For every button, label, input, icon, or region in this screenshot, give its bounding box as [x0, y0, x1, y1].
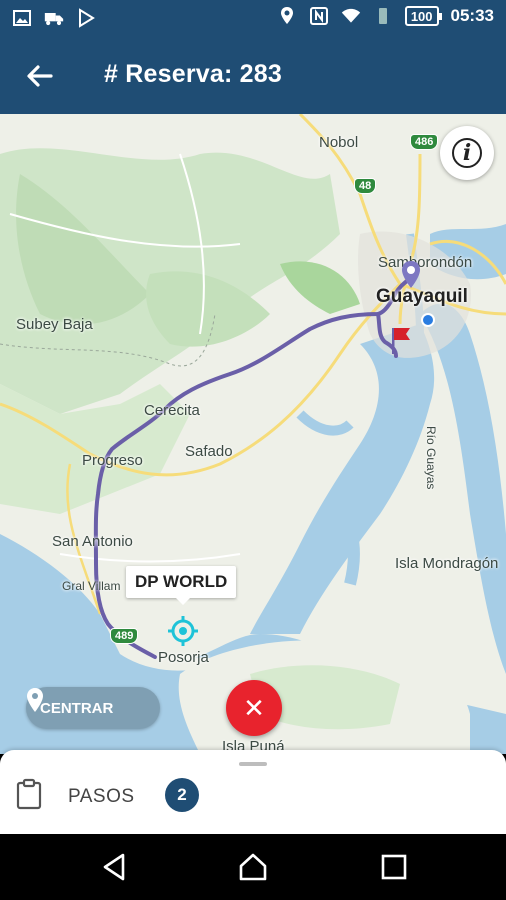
- destination-target-icon[interactable]: [168, 616, 198, 646]
- info-button[interactable]: i: [440, 126, 494, 180]
- battery-indicator: 100: [404, 6, 442, 26]
- nfc-icon: [309, 7, 328, 25]
- place-nobol: Nobol: [319, 134, 359, 151]
- place-progreso: Progreso: [82, 452, 143, 469]
- place-san-antonio: San Antonio: [52, 533, 133, 550]
- place-posorja: Posorja: [158, 649, 209, 666]
- location-icon: [280, 7, 293, 24]
- my-location-icon: [421, 313, 435, 327]
- sheet-drag-handle[interactable]: [239, 762, 267, 766]
- flag-icon[interactable]: [388, 326, 414, 356]
- place-samborondon: Samborondón: [378, 254, 473, 271]
- clock: 05:33: [450, 6, 494, 25]
- app-bar: # Reserva: 283: [0, 36, 506, 114]
- vibrate-icon: [378, 8, 387, 24]
- place-subey-baja: Subey Baja: [16, 316, 93, 333]
- arrow-left-icon[interactable]: [22, 58, 58, 94]
- map-view[interactable]: Nobol Samborondón Guayaquil Subey Baja C…: [0, 114, 506, 754]
- page-title: # Reserva: 283: [104, 60, 282, 88]
- system-nav-bar: [0, 834, 506, 900]
- wifi-icon: [341, 8, 360, 23]
- place-isla-mondragon: Isla Mondragón: [395, 555, 499, 572]
- close-icon: ✕: [243, 692, 265, 723]
- play-store-icon: [79, 8, 95, 28]
- cancel-route-button[interactable]: ✕: [226, 680, 282, 736]
- place-gral-villamil: Gral Villam: [62, 579, 121, 593]
- route-shield-489: 489: [110, 628, 139, 644]
- back-triangle-icon[interactable]: [99, 851, 131, 883]
- truck-icon: [44, 13, 64, 26]
- centrar-button[interactable]: CENTRAR: [26, 687, 160, 729]
- steps-sheet[interactable]: PASOS 2: [0, 750, 506, 834]
- home-icon[interactable]: [237, 851, 269, 883]
- info-icon: i: [452, 138, 482, 168]
- status-bar: 100 05:33: [0, 0, 506, 36]
- recents-square-icon[interactable]: [378, 851, 410, 883]
- origin-pin-icon[interactable]: [400, 260, 422, 290]
- place-cerecita: Cerecita: [144, 402, 200, 419]
- status-system: 100 05:33: [277, 6, 494, 26]
- route-shield-486: 486: [410, 134, 439, 150]
- steps-count-badge: 2: [165, 778, 199, 812]
- map-pin-icon: [27, 688, 43, 712]
- destination-callout[interactable]: DP WORLD: [126, 566, 237, 605]
- centrar-label: CENTRAR: [40, 699, 114, 717]
- clipboard-icon: [16, 778, 42, 810]
- route-shield-48: 48: [354, 178, 377, 194]
- place-safado: Safado: [185, 443, 233, 460]
- status-notifications: [12, 8, 96, 28]
- steps-label: PASOS: [68, 786, 135, 807]
- image-icon: [13, 10, 31, 26]
- place-rio-guayas: Río Guayas: [424, 426, 438, 490]
